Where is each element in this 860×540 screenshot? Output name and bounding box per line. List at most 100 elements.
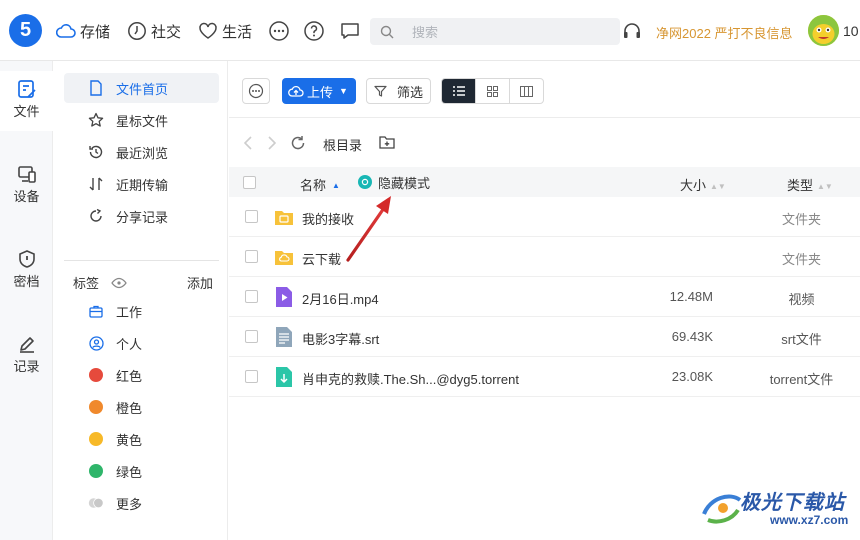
top-bar: 5 存储 社交 生活 搜索 净网2022 严打不良信息 10 [0,0,860,61]
tag-item-personal[interactable]: 个人 [64,328,219,358]
select-all-checkbox[interactable] [243,176,256,189]
rail-files[interactable]: 文件 [0,71,53,131]
tags-header: 标签 添加 [73,273,213,293]
sidebar: 文件首页 星标文件 最近浏览 近期传输 分享记录 标签 添加 工作 个人 红色 … [53,61,228,540]
refresh-icon[interactable] [290,135,306,151]
new-folder-icon[interactable] [379,135,395,150]
search-box[interactable]: 搜索 [370,18,620,45]
tag-label: 黄色 [116,432,143,448]
row-checkbox[interactable] [245,290,258,303]
nav-social[interactable]: 社交 [127,20,181,42]
tag-item-yellow[interactable]: 黄色 [64,424,219,454]
sidebar-item-starred[interactable]: 星标文件 [64,105,219,135]
rail-records[interactable]: 记录 [0,326,53,386]
sidebar-item-recent[interactable]: 最近浏览 [64,137,219,167]
sidebar-item-label: 最近浏览 [116,145,169,161]
upload-label: 上传 [307,84,334,100]
orange-dot-icon [89,400,103,414]
caret-down-icon: ▼ [339,86,348,96]
rail-files-label: 文件 [13,104,40,119]
cloud-upload-icon [288,85,304,97]
app-logo[interactable]: 5 [9,14,42,47]
nav-storage-label: 存储 [80,23,111,41]
red-dot-icon [89,368,103,382]
rail-vault-label: 密档 [13,274,40,289]
file-size: 23.08K [671,369,713,384]
nav-storage[interactable]: 存储 [56,20,110,42]
watermark-url: www.xz7.com [770,513,849,527]
tag-item-more[interactable]: 更多 [64,488,219,518]
upload-button[interactable]: 上传 ▼ [282,78,356,104]
row-checkbox[interactable] [245,250,258,263]
file-type: 文件夹 [781,252,821,267]
tag-item-green[interactable]: 绿色 [64,456,219,486]
share-icon [88,208,104,224]
column-size-label: 大小 [680,178,707,193]
row-checkbox[interactable] [245,330,258,343]
rail-vault[interactable]: 密档 [0,241,53,301]
column-view-button[interactable] [509,79,543,103]
column-type-header[interactable]: 类型 ▲▼ [787,175,833,194]
sort-asc-icon: ▲ [332,181,340,190]
eye-icon[interactable] [110,277,127,289]
search-icon [380,25,394,38]
breadcrumb-root[interactable]: 根目录 [323,135,362,154]
forward-arrow-icon[interactable] [267,136,277,150]
column-size-header[interactable]: 大小 ▲▼ [680,175,726,194]
tag-item-work[interactable]: 工作 [64,296,219,326]
help-icon[interactable] [303,20,325,42]
message-icon[interactable] [339,20,361,42]
column-name-label: 名称 [300,178,327,193]
list-icon [452,86,465,96]
list-view-button[interactable] [442,79,475,103]
table-row[interactable]: 肖申克的救赎.The.Sh...@dyg5.torrent 23.08K tor… [229,357,860,397]
table-row[interactable]: 2月16日.mp4 12.48M 视频 [229,277,860,317]
shield-icon [18,250,35,268]
hidden-mode-label: 隐藏模式 [378,175,431,191]
row-checkbox[interactable] [245,210,258,223]
document-icon [88,80,104,96]
file-type: torrent文件 [769,372,834,387]
annotation-arrow-icon [346,196,391,262]
nav-life-label: 生活 [222,23,253,41]
notice-text[interactable]: 净网2022 严打不良信息 [656,23,793,42]
folder-icon [275,211,293,225]
rail-devices[interactable]: 设备 [0,156,53,216]
file-name: 肖申克的救赎.The.Sh...@dyg5.torrent [302,372,519,387]
table-header: 名称 ▲ 隐藏模式 大小 ▲▼ 类型 ▲▼ [229,167,860,197]
avatar-image [808,15,839,46]
avatar[interactable] [808,15,839,46]
file-size: 69.43K [671,329,713,344]
table-row[interactable]: 电影3字幕.srt 69.43K srt文件 [229,317,860,357]
filter-button[interactable]: 筛选 [366,78,431,104]
more-icon [248,83,264,99]
nav-life[interactable]: 生活 [198,20,252,42]
column-name-header[interactable]: 名称 ▲ [300,175,340,194]
tags-add-button[interactable]: 添加 [187,273,213,292]
toolbar-more-button[interactable] [242,78,270,104]
hidden-mode-icon [358,175,372,189]
tag-label: 工作 [116,304,143,320]
row-checkbox[interactable] [245,370,258,383]
yellow-dot-icon [89,432,103,446]
table-row[interactable]: 我的接收 文件夹 [229,197,860,237]
tag-item-orange[interactable]: 橙色 [64,392,219,422]
briefcase-icon [88,303,104,319]
more-icon[interactable] [268,20,290,42]
file-size: 12.48M [669,289,713,304]
sidebar-item-transfers[interactable]: 近期传输 [64,169,219,199]
hidden-mode-toggle[interactable]: 隐藏模式 [358,173,430,191]
tag-label: 个人 [116,336,143,352]
headset-icon[interactable] [622,21,642,41]
sidebar-item-home[interactable]: 文件首页 [64,73,219,103]
table-row[interactable]: 云下载 文件夹 [229,237,860,277]
grid-view-button[interactable] [475,79,509,103]
file-name: 云下载 [302,252,342,267]
back-arrow-icon[interactable] [243,136,253,150]
rail-devices-label: 设备 [13,189,40,204]
main-panel: 上传 ▼ 筛选 根目录 名称 ▲ 隐藏模式 大小 ▲▼ 类型 ▲▼ 我的接收 文… [229,61,860,540]
sidebar-item-share[interactable]: 分享记录 [64,201,219,231]
star-icon [88,112,104,128]
file-type: srt文件 [781,332,822,347]
tag-item-red[interactable]: 红色 [64,360,219,390]
